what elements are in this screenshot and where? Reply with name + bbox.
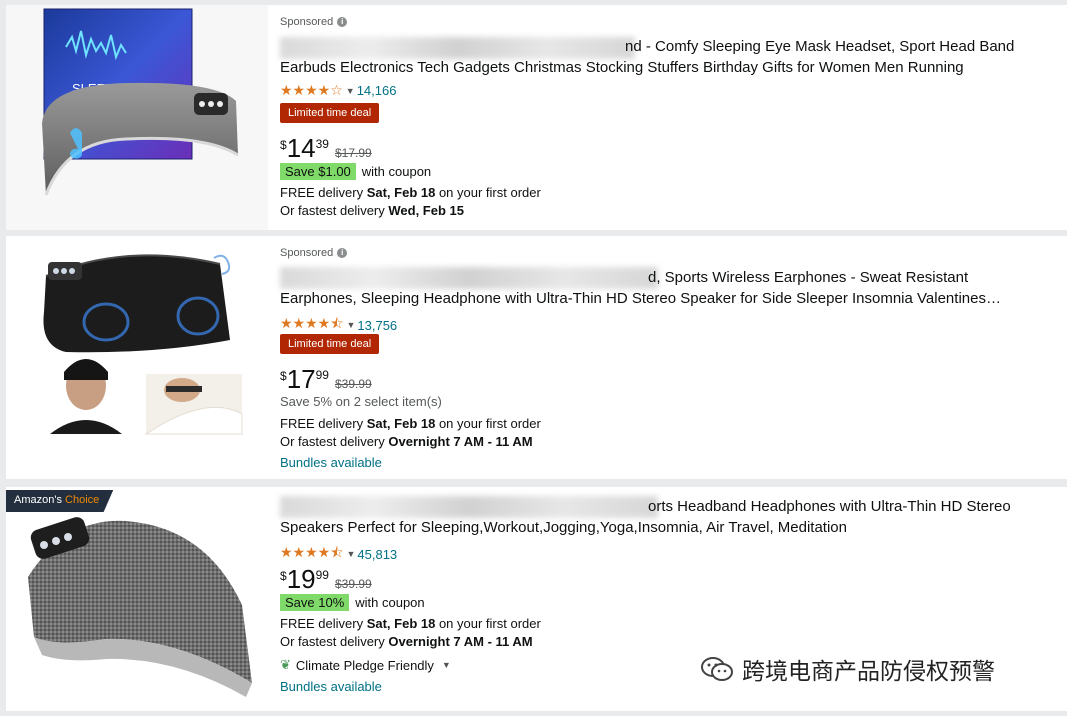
climate-pledge-friendly[interactable]: ❦ Climate Pledge Friendly ▼ <box>280 657 453 673</box>
product-title-2-line-1[interactable]: d, Sports Wireless Earphones - Sweat Res… <box>648 267 1067 288</box>
black-headband-image <box>38 254 243 435</box>
price-2[interactable]: $ 17 99 $39.99 <box>280 365 372 393</box>
product-title-3-line-2[interactable]: Speakers Perfect for Sleeping,Workout,Jo… <box>280 517 1060 538</box>
chevron-down-icon[interactable]: ▼ <box>442 660 451 670</box>
sponsored-label[interactable]: Sponsored i <box>280 16 348 28</box>
product-title-2-line-2[interactable]: Earphones, Sleeping Headphone with Ultra… <box>280 288 1060 309</box>
product-title-1-line-1[interactable]: nd - Comfy Sleeping Eye Mask Headset, Sp… <box>625 36 1055 57</box>
delivery-line-1: FREE delivery Sat, Feb 18 on your first … <box>280 185 541 200</box>
review-count[interactable]: 14,166 <box>357 83 397 98</box>
fastest-delivery-1: Or fastest delivery Wed, Feb 15 <box>280 203 464 218</box>
star-rating-icon: ★★★★☆ <box>280 82 343 98</box>
limited-deal-badge: Limited time deal <box>280 334 380 354</box>
bundles-available-link[interactable]: Bundles available <box>280 679 382 694</box>
coupon-badge[interactable]: Save $1.00 <box>280 163 356 180</box>
result-card-2[interactable]: Sponsored i d, Sports Wireless Earphones… <box>6 236 1067 479</box>
info-icon[interactable]: i <box>337 17 348 27</box>
sponsored-label[interactable]: Sponsored i <box>280 247 348 259</box>
price-3[interactable]: $ 19 99 $39.99 <box>280 565 372 593</box>
chevron-down-icon[interactable]: ▼ <box>346 549 355 559</box>
bundles-available-link[interactable]: Bundles available <box>280 455 382 470</box>
leaf-icon: ❦ <box>280 657 291 672</box>
blurred-brand-name <box>280 267 658 289</box>
product-title-1-line-2[interactable]: Earbuds Electronics Tech Gadgets Christm… <box>280 57 1060 78</box>
sleep-headband-box-image: SLEEP HEA <box>42 8 239 196</box>
gray-headband-image <box>28 517 252 697</box>
product-image-1[interactable]: SLEEP HEA <box>6 5 268 230</box>
multi-buy-savings: Save 5% on 2 select item(s) <box>280 394 442 409</box>
watermark-text: 跨境电商产品防侵权预警 <box>742 659 995 685</box>
delivery-line-2: FREE delivery Sat, Feb 18 on your first … <box>280 416 541 431</box>
product-image-2[interactable] <box>6 236 268 479</box>
review-count[interactable]: 13,756 <box>357 318 397 333</box>
amazons-choice-badge: Amazon's Choice <box>6 490 114 512</box>
info-icon[interactable]: i <box>337 248 348 258</box>
coupon-badge[interactable]: Save 10% <box>280 594 350 611</box>
rating-1[interactable]: ★★★★☆ ▼ 14,166 <box>280 82 396 99</box>
list-price: $39.99 <box>334 577 372 591</box>
star-rating-icon: ★★★★⯪ <box>280 544 344 560</box>
wechat-icon <box>701 657 733 681</box>
result-card-1[interactable]: SLEEP HEA Sponsored i nd - Comfy Sleepin… <box>6 5 1067 230</box>
product-title-3-line-1[interactable]: orts Headband Headphones with Ultra-Thin… <box>648 496 1067 517</box>
price-1[interactable]: $ 14 39 $17.99 <box>280 134 372 162</box>
limited-deal-badge: Limited time deal <box>280 103 380 123</box>
list-price: $17.99 <box>334 146 372 160</box>
rating-3[interactable]: ★★★★⯪ ▼ 45,813 <box>280 542 397 566</box>
blurred-brand-name <box>280 496 658 518</box>
review-count[interactable]: 45,813 <box>357 547 397 562</box>
watermark: 跨境电商产品防侵权预警 <box>700 652 995 686</box>
fastest-delivery-3: Or fastest delivery Overnight 7 AM - 11 … <box>280 634 533 649</box>
coupon-3[interactable]: Save 10% with coupon <box>280 594 425 611</box>
delivery-line-3: FREE delivery Sat, Feb 18 on your first … <box>280 616 541 631</box>
product-image-3[interactable] <box>6 487 268 711</box>
fastest-delivery-2: Or fastest delivery Overnight 7 AM - 11 … <box>280 434 533 449</box>
chevron-down-icon[interactable]: ▼ <box>346 86 355 96</box>
list-price: $39.99 <box>334 377 372 391</box>
chevron-down-icon[interactable]: ▼ <box>346 320 355 330</box>
coupon-1[interactable]: Save $1.00 with coupon <box>280 163 431 180</box>
blurred-brand-name <box>280 37 635 59</box>
